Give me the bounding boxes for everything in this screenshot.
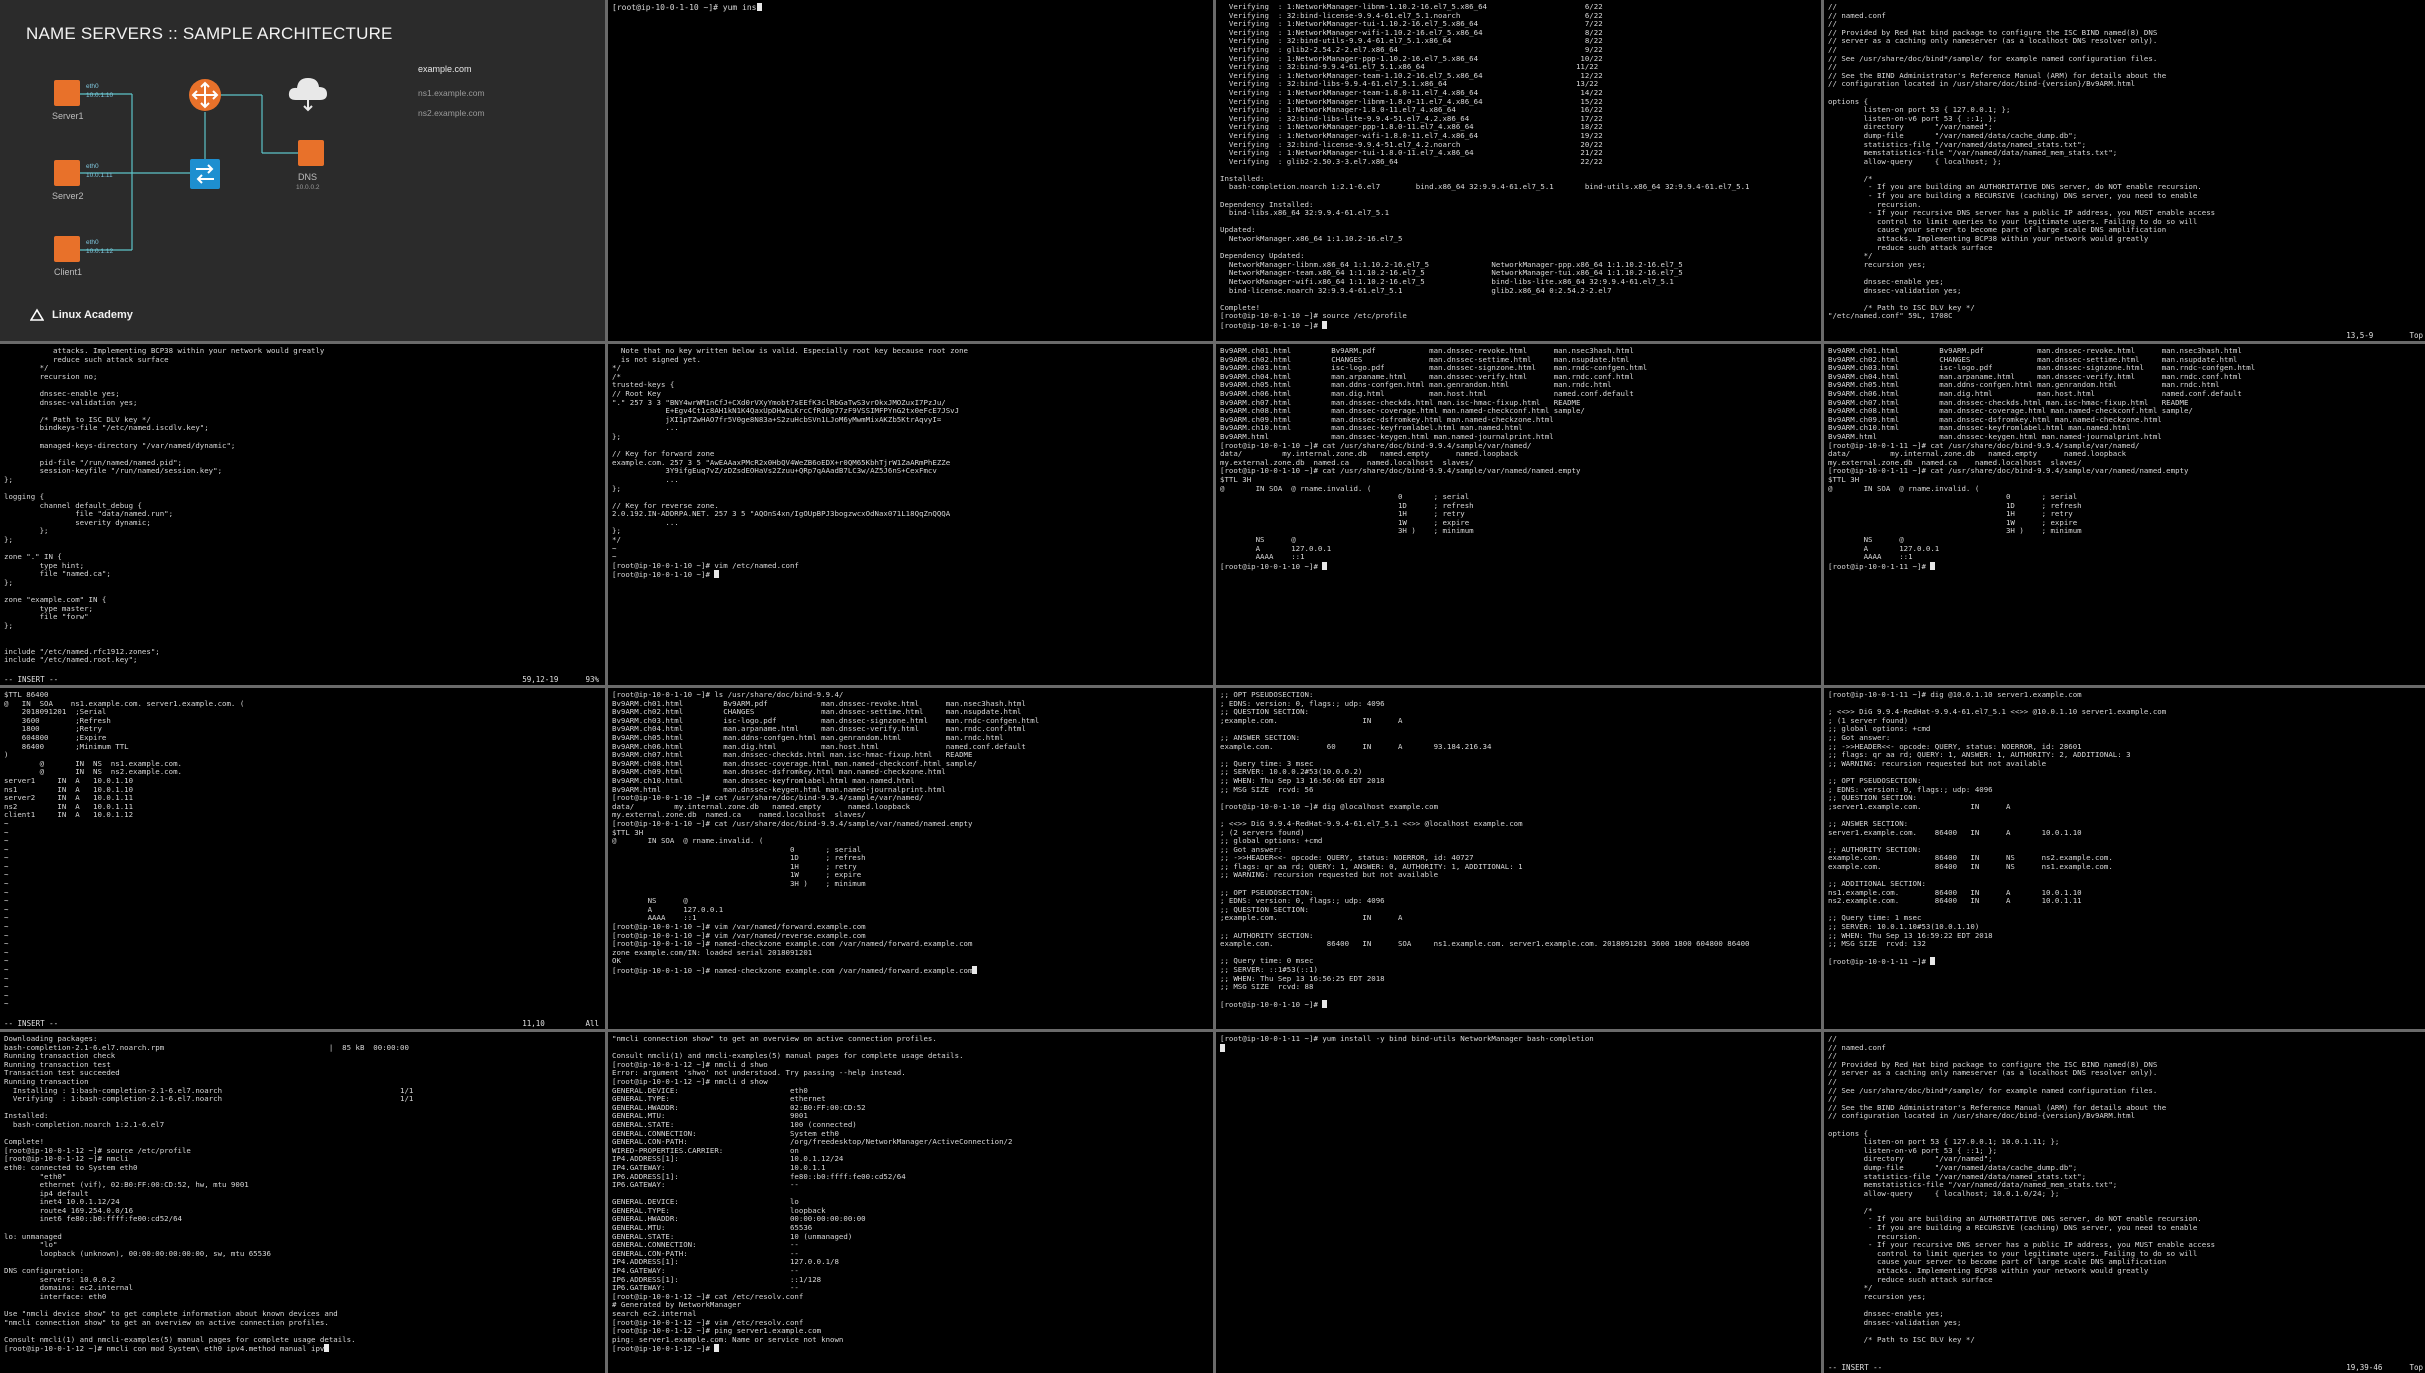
client1-label: Client1	[54, 267, 83, 277]
terminal-panel-14[interactable]: "nmcli connection show" to get an overvi…	[608, 1032, 1213, 1373]
terminal-panel-15[interactable]: [root@ip-10-0-1-11 ~]# yum install -y bi…	[1216, 1032, 1821, 1373]
vim-panel-named-conf-server2[interactable]: // // named.conf // // Provided by Red H…	[1824, 1032, 2425, 1373]
text-cursor	[714, 570, 720, 579]
vim-statusbar: -- INSERT -- 59,12-19 93%	[0, 675, 605, 685]
server2-eth: eth0 10.0.1.11	[86, 163, 113, 179]
client1-eth: eth0 10.0.1.12	[86, 239, 114, 255]
vim-cursor-position: 11,10 All	[522, 1019, 599, 1028]
terminal-panel-2[interactable]: [root@ip-10-0-1-10 ~]# yum ins	[608, 0, 1213, 341]
vim-mode: -- INSERT --	[4, 675, 59, 684]
vim-mode: -- INSERT --	[1828, 1363, 1883, 1372]
vim-mode: -- INSERT --	[4, 1019, 59, 1028]
terminal-output: Bv9ARM.ch01.html Bv9ARM.pdf man.dnssec-r…	[1828, 346, 2256, 571]
server1-label: Server1	[52, 111, 84, 121]
text-cursor	[1930, 561, 1936, 570]
dns-ip: 10.0.0.2	[296, 184, 320, 191]
domain-main: example.com	[418, 64, 472, 74]
terminal-panel-12[interactable]: [root@ip-10-0-1-11 ~]# dig @10.0.1.10 se…	[1824, 688, 2425, 1029]
vim-panel-forward-zone[interactable]: $TTL 86400 @ IN SOA ns1.example.com. ser…	[0, 688, 605, 1029]
text-cursor	[324, 1344, 330, 1353]
switch-icon	[190, 159, 220, 189]
domain-ns2: ns2.example.com	[418, 108, 485, 118]
cloud-icon	[288, 78, 327, 112]
vim-buffer: attacks. Implementing BCP38 within your …	[4, 346, 325, 665]
vim-statusbar: -- INSERT -- 19,39-46 Top	[1824, 1363, 2425, 1373]
dns-node	[298, 140, 324, 166]
server2-label: Server2	[52, 191, 84, 201]
dns-label: DNS	[298, 172, 318, 182]
terminal-grid: NAME SERVERS :: SAMPLE ARCHITECTURE Serv…	[0, 0, 2425, 1373]
vim-buffer: // // named.conf // // Provided by Red H…	[1828, 2, 2216, 321]
text-cursor	[1930, 957, 1936, 966]
terminal-panel-10[interactable]: [root@ip-10-0-1-10 ~]# ls /usr/share/doc…	[608, 688, 1213, 1029]
server1-node	[54, 80, 80, 106]
terminal-panel-6[interactable]: Note that no key written below is valid.…	[608, 344, 1213, 685]
terminal-output: Bv9ARM.ch01.html Bv9ARM.pdf man.dnssec-r…	[1220, 346, 1648, 571]
terminal-output: Downloading packages: bash-completion-2.…	[4, 1034, 414, 1354]
vim-cursor-position: 13,5-9 Top	[2346, 331, 2423, 340]
vim-buffer: $TTL 86400 @ IN SOA ns1.example.com. ser…	[4, 690, 245, 1009]
vim-cursor-position: 59,12-19 93%	[522, 675, 599, 684]
terminal-output: Note that no key written below is valid.…	[612, 346, 968, 580]
terminal-output: [root@ip-10-0-1-11 ~]# dig @10.0.1.10 se…	[1828, 690, 2167, 967]
text-cursor	[972, 966, 978, 974]
text-cursor	[756, 3, 762, 11]
vim-panel-named-conf-edit[interactable]: attacks. Implementing BCP38 within your …	[0, 344, 605, 685]
brand-name: Linux Academy	[52, 309, 133, 321]
terminal-output: Verifying : 1:NetworkManager-libnm-1.10.…	[1220, 2, 1750, 330]
terminal-panel-3[interactable]: Verifying : 1:NetworkManager-libnm-1.10.…	[1216, 0, 1821, 341]
terminal-panel-11[interactable]: ;; OPT PSEUDOSECTION: ; EDNS: version: 0…	[1216, 688, 1821, 1029]
terminal-output: [root@ip-10-0-1-11 ~]# yum install -y bi…	[1216, 1032, 1821, 1373]
terminal-panel-13[interactable]: Downloading packages: bash-completion-2.…	[0, 1032, 605, 1373]
router-icon	[189, 79, 221, 111]
vim-panel-named-conf[interactable]: // // named.conf // // Provided by Red H…	[1824, 0, 2425, 341]
vim-statusbar: 13,5-9 Top	[1824, 331, 2425, 341]
server1-eth: eth0 10.0.1.10	[86, 83, 114, 99]
text-cursor	[1220, 1043, 1225, 1052]
client1-node	[54, 236, 80, 262]
domain-ns1: ns1.example.com	[418, 88, 485, 98]
text-cursor	[1322, 561, 1328, 570]
server2-node	[54, 160, 80, 186]
text-cursor	[1322, 1000, 1328, 1009]
terminal-output: [root@ip-10-0-1-10 ~]# ls /usr/share/doc…	[612, 690, 1040, 975]
terminal-output: "nmcli connection show" to get an overvi…	[612, 1034, 1013, 1354]
vim-buffer: // // named.conf // // Provided by Red H…	[1828, 1034, 2216, 1344]
vim-cursor-position: 19,39-46 Top	[2346, 1363, 2423, 1372]
architecture-slide: NAME SERVERS :: SAMPLE ARCHITECTURE Serv…	[0, 0, 605, 341]
vim-statusbar: -- INSERT -- 11,10 All	[0, 1019, 605, 1029]
terminal-output: [root@ip-10-0-1-10 ~]# yum ins	[608, 0, 1213, 341]
terminal-output: ;; OPT PSEUDOSECTION: ; EDNS: version: 0…	[1220, 690, 1750, 1010]
linux-academy-logo-icon	[30, 308, 44, 321]
text-cursor	[1322, 320, 1328, 329]
text-cursor	[714, 1344, 720, 1353]
terminal-panel-7[interactable]: Bv9ARM.ch01.html Bv9ARM.pdf man.dnssec-r…	[1216, 344, 1821, 685]
terminal-panel-8[interactable]: Bv9ARM.ch01.html Bv9ARM.pdf man.dnssec-r…	[1824, 344, 2425, 685]
